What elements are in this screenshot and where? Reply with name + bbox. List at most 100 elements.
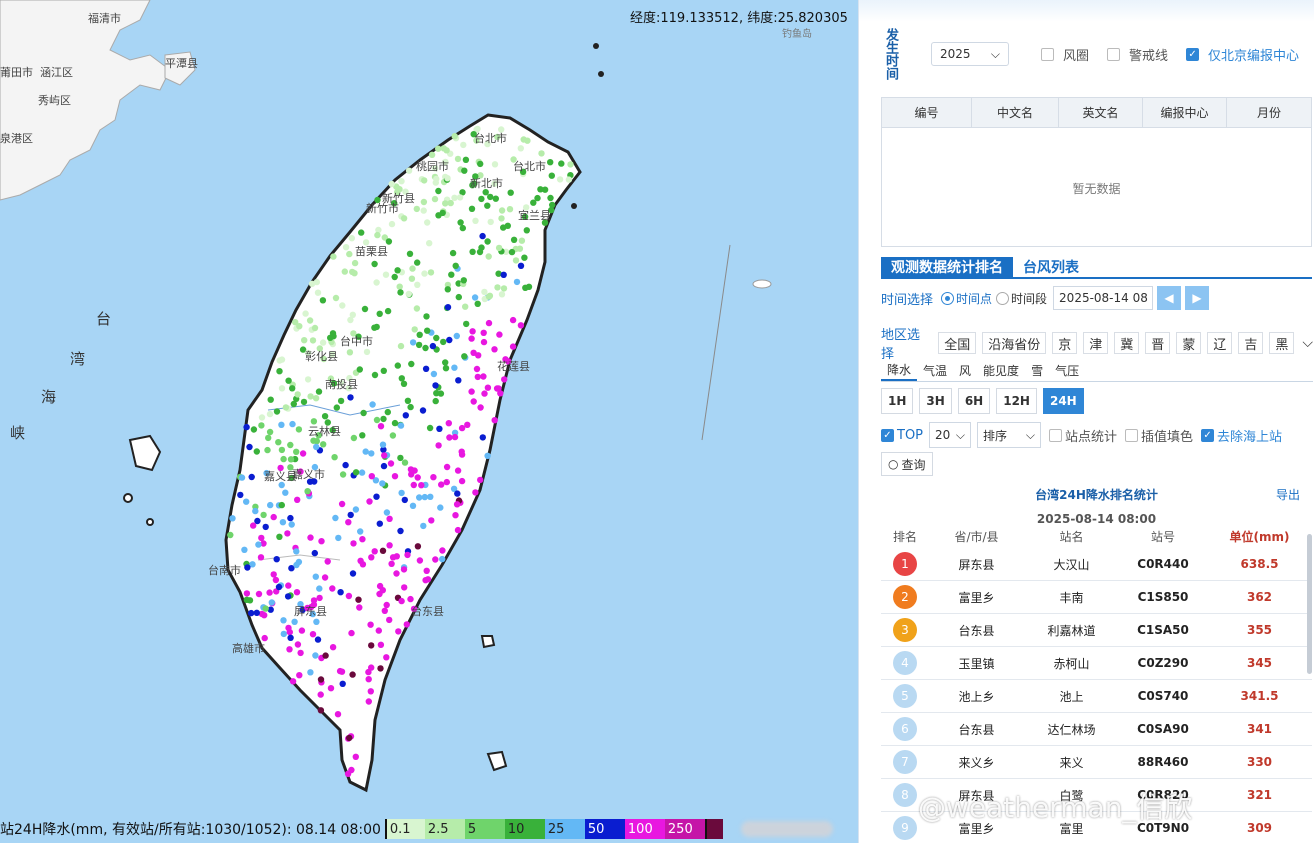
station-dot[interactable]	[348, 629, 355, 637]
time-range-label[interactable]: 时间段	[1011, 290, 1047, 307]
station-dot[interactable]	[358, 229, 365, 236]
station-dot[interactable]	[409, 265, 416, 272]
station-dot[interactable]	[360, 409, 367, 417]
station-dot[interactable]	[384, 307, 392, 315]
station-dot[interactable]	[394, 362, 401, 369]
station-dot[interactable]	[500, 271, 507, 278]
station-dot[interactable]	[414, 281, 421, 288]
station-dot[interactable]	[346, 349, 354, 356]
period-6h-button[interactable]: 6H	[957, 388, 991, 414]
station-dot[interactable]	[377, 423, 385, 430]
station-dot[interactable]	[284, 593, 292, 600]
station-dot[interactable]	[388, 180, 395, 188]
station-dot[interactable]	[287, 514, 294, 522]
station-dot[interactable]	[484, 452, 491, 459]
station-dot[interactable]	[371, 371, 379, 379]
station-dot[interactable]	[402, 412, 409, 419]
station-dot[interactable]	[438, 481, 445, 488]
station-dot[interactable]	[435, 187, 442, 195]
column-header[interactable]: 编号	[882, 98, 972, 127]
station-dot[interactable]	[383, 601, 390, 609]
station-dot[interactable]	[255, 541, 262, 548]
station-dot[interactable]	[432, 556, 439, 563]
station-dot[interactable]	[317, 676, 325, 683]
station-dot[interactable]	[270, 571, 277, 578]
station-dot[interactable]	[304, 376, 312, 383]
station-dot[interactable]	[306, 317, 314, 324]
station-dot[interactable]	[294, 391, 301, 398]
station-dot[interactable]	[318, 538, 325, 545]
station-dot[interactable]	[419, 407, 427, 414]
station-dot[interactable]	[485, 253, 492, 260]
station-dot[interactable]	[398, 597, 405, 605]
station-dot[interactable]	[469, 248, 476, 255]
station-dot[interactable]	[388, 560, 395, 567]
station-dot[interactable]	[257, 554, 265, 561]
station-dot[interactable]	[401, 496, 408, 504]
station-dot[interactable]	[487, 193, 494, 201]
station-dot[interactable]	[386, 515, 393, 522]
station-dot[interactable]	[484, 384, 492, 391]
station-dot[interactable]	[458, 477, 466, 485]
check-icon[interactable]: ✓	[1201, 428, 1215, 442]
checkbox-box[interactable]	[1041, 47, 1054, 61]
station-dot[interactable]	[287, 441, 294, 449]
station-dot[interactable]	[480, 329, 487, 336]
station-dot[interactable]	[408, 275, 416, 282]
station-dot[interactable]	[517, 262, 525, 269]
station-dot[interactable]	[356, 604, 363, 611]
tab-temperature[interactable]: 气温	[917, 360, 953, 381]
station-dot[interactable]	[449, 249, 457, 257]
time-point-label[interactable]: 时间点	[956, 290, 992, 307]
station-dot[interactable]	[273, 556, 280, 563]
station-dot[interactable]	[265, 434, 272, 442]
station-dot[interactable]	[433, 175, 440, 183]
station-dot[interactable]	[565, 176, 573, 183]
station-dot[interactable]	[424, 219, 431, 226]
station-dot[interactable]	[487, 218, 494, 226]
station-dot[interactable]	[227, 531, 234, 539]
station-dot[interactable]	[377, 665, 384, 672]
station-dot[interactable]	[284, 530, 291, 537]
station-dot[interactable]	[510, 236, 518, 243]
station-dot[interactable]	[435, 145, 442, 152]
station-dot[interactable]	[475, 352, 482, 359]
station-dot[interactable]	[262, 523, 269, 531]
station-dot[interactable]	[501, 376, 508, 383]
station-dot[interactable]	[243, 423, 250, 431]
column-header[interactable]: 英文名	[1059, 98, 1143, 127]
station-dot[interactable]	[481, 390, 488, 397]
station-dot[interactable]	[484, 238, 491, 245]
station-dot[interactable]	[409, 502, 417, 509]
station-dot[interactable]	[432, 382, 439, 389]
station-dot[interactable]	[322, 652, 329, 659]
station-dot[interactable]	[520, 136, 527, 143]
station-dot[interactable]	[383, 654, 390, 661]
table-row[interactable]: 3 台东县 利嘉林道 C1SA50 355	[881, 614, 1312, 647]
station-dot[interactable]	[401, 459, 409, 466]
station-dot[interactable]	[316, 594, 323, 602]
station-dot[interactable]	[289, 385, 296, 392]
station-dot[interactable]	[229, 515, 236, 522]
query-button[interactable]: ○ 查询	[881, 452, 933, 476]
station-dot[interactable]	[456, 194, 464, 201]
station-dot[interactable]	[359, 432, 366, 439]
station-dot[interactable]	[373, 416, 381, 424]
station-dot[interactable]	[315, 388, 323, 395]
station-dot[interactable]	[484, 202, 491, 209]
region-chip[interactable]: 沿海省份	[982, 332, 1047, 354]
station-dot[interactable]	[400, 215, 408, 222]
station-dot[interactable]	[327, 334, 334, 341]
station-dot[interactable]	[368, 554, 375, 561]
station-dot[interactable]	[317, 707, 325, 714]
station-dot[interactable]	[396, 283, 403, 290]
scrollbar[interactable]	[1307, 534, 1312, 674]
station-dot[interactable]	[275, 583, 283, 591]
station-dot[interactable]	[365, 698, 372, 705]
station-dot[interactable]	[361, 305, 369, 313]
station-dot[interactable]	[416, 494, 423, 501]
map-canvas[interactable]	[0, 0, 858, 843]
station-dot[interactable]	[429, 342, 437, 350]
station-dot[interactable]	[453, 501, 461, 508]
station-dot[interactable]	[347, 316, 354, 324]
